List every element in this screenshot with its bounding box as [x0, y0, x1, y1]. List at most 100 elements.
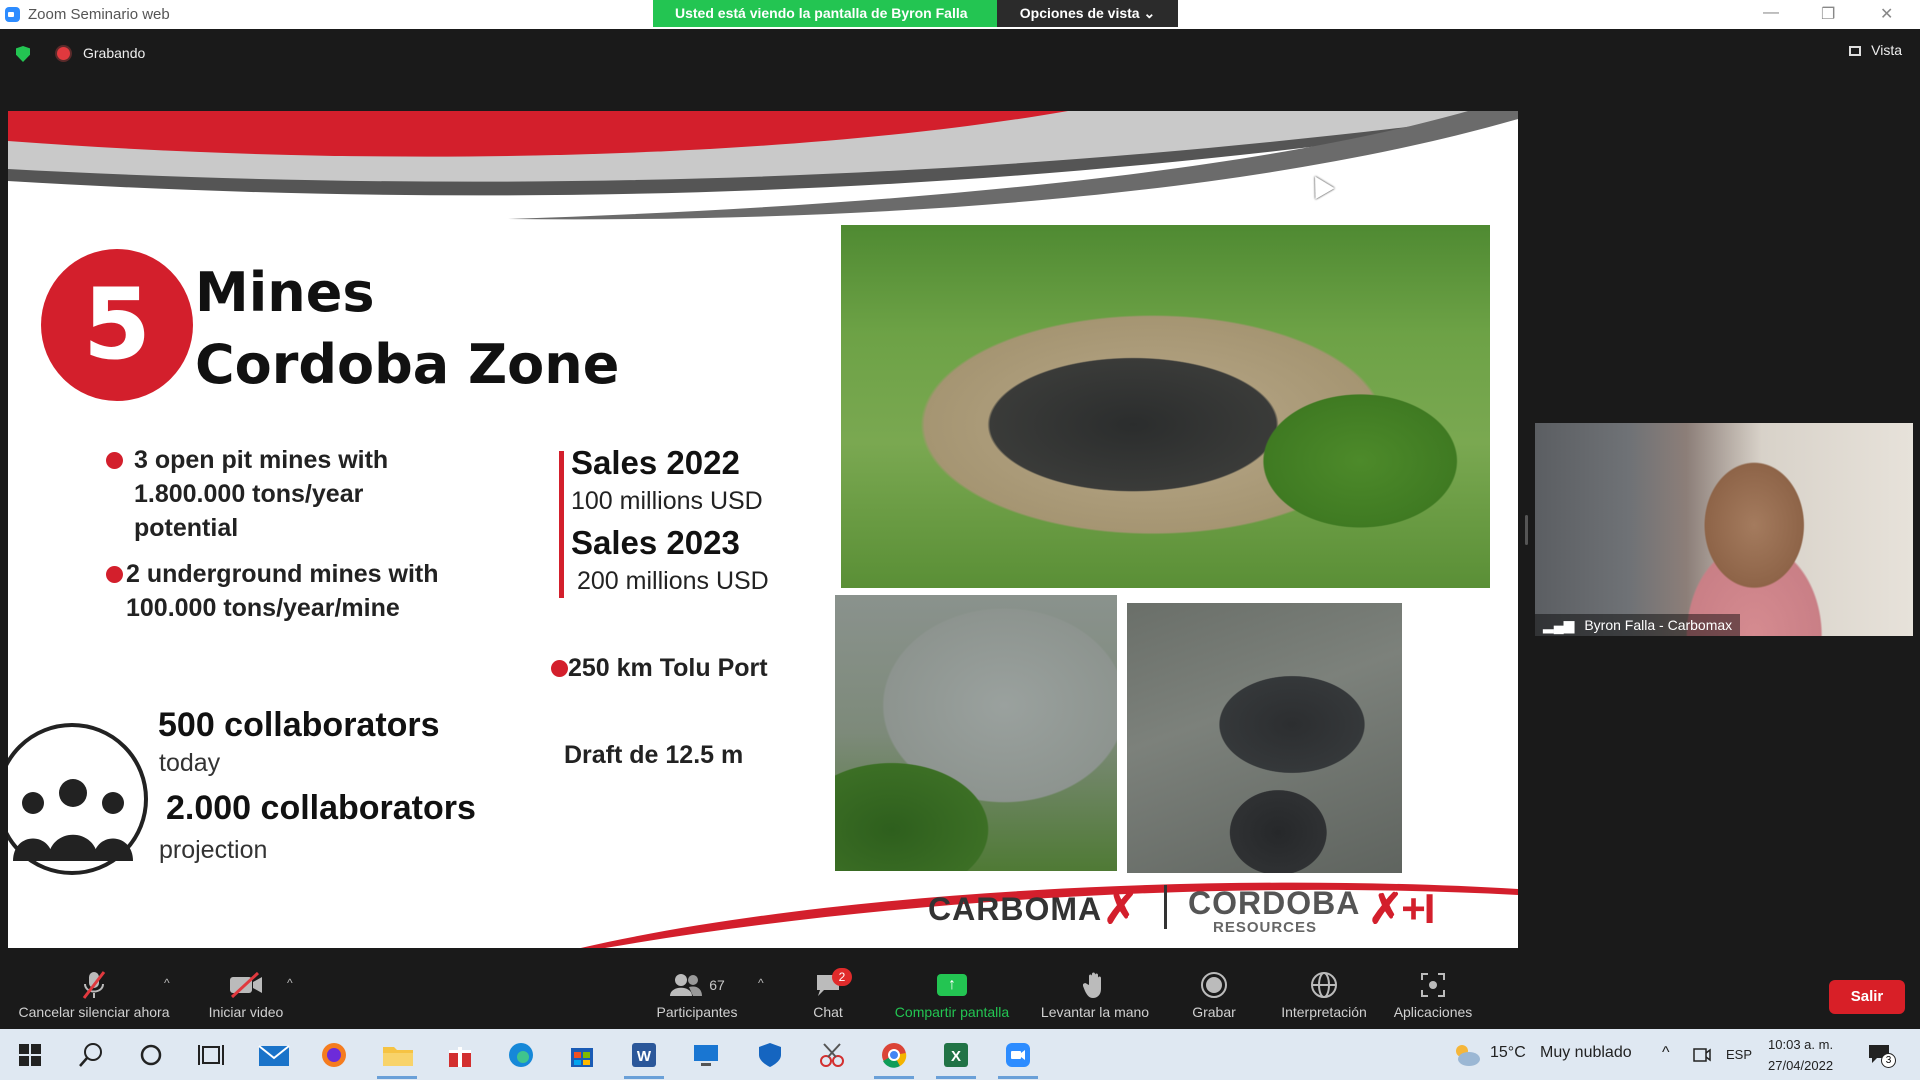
bullet-open-pit: 3 open pit mines with 1.800.000 tons/yea… [106, 443, 389, 545]
bullet-text: 1.800.000 tons/year [134, 480, 364, 508]
signal-strength-icon: ▂▄▆ [1543, 617, 1575, 633]
record-label: Grabar [1192, 1004, 1236, 1020]
port-draft: Draft de 12.5 m [564, 741, 744, 769]
video-options-caret[interactable]: ^ [287, 976, 293, 990]
view-button[interactable]: Vista [1849, 42, 1902, 58]
collaborators-projection-count: 2.000 collaborators [166, 789, 476, 827]
video-camera-off-icon [196, 968, 296, 1002]
minimize-button[interactable]: — [1763, 4, 1779, 22]
active-app-indicator [936, 1076, 976, 1079]
slide-title-line2: Cordoba Zone [195, 333, 620, 396]
store-app-icon[interactable] [568, 1041, 596, 1069]
start-video-label: Iniciar video [208, 1004, 284, 1020]
meet-now-icon[interactable] [1692, 1044, 1712, 1066]
share-screen-button[interactable]: ↑ Compartir pantalla [886, 968, 1018, 1020]
windows-start-icon[interactable] [18, 1041, 42, 1069]
people-group-icon [13, 779, 133, 861]
microphone-muted-icon [12, 968, 176, 1002]
participant-name: Byron Falla - Carbomax [1584, 617, 1733, 633]
weather-temperature[interactable]: 15°C [1490, 1044, 1526, 1062]
meeting-info-bar [0, 29, 1920, 79]
slide-number-circle: 5 [41, 249, 193, 401]
apps-button[interactable]: Aplicaciones [1388, 968, 1478, 1020]
cordoba-logo-text: CORDOBA [1188, 885, 1361, 921]
screen-share-banner: Usted está viendo la pantalla de Byron F… [653, 0, 1178, 48]
collaborators-today-count: 500 collaborators [158, 706, 440, 744]
tray-overflow-caret[interactable]: ^ [1662, 1044, 1670, 1062]
remote-desktop-icon[interactable] [692, 1041, 720, 1069]
aerial-mine-photo [841, 225, 1490, 588]
gift-app-icon[interactable] [446, 1041, 474, 1069]
view-options-button[interactable]: Opciones de vista ⌄ [997, 0, 1178, 27]
interpretation-label: Interpretación [1281, 1004, 1367, 1020]
weather-cloudy-icon[interactable] [1452, 1041, 1482, 1069]
video-panel-resize-handle[interactable] [1525, 515, 1528, 545]
mail-app-icon[interactable] [258, 1041, 290, 1069]
apps-label: Aplicaciones [1393, 1004, 1473, 1020]
sales-accent-bar [559, 451, 564, 598]
bullet-text: 3 open pit mines with [134, 446, 389, 474]
leave-button[interactable]: Salir [1829, 980, 1905, 1014]
weather-description[interactable]: Muy nublado [1540, 1044, 1632, 1062]
chat-label: Chat [813, 1004, 843, 1020]
chrome-browser-icon[interactable] [880, 1041, 908, 1069]
active-app-indicator [624, 1076, 664, 1079]
bullet-text: potential [134, 514, 239, 542]
system-clock[interactable]: 10:03 a. m. 27/04/2022 [1768, 1034, 1833, 1076]
start-video-button[interactable]: Iniciar video [196, 968, 296, 1020]
firefox-icon[interactable] [320, 1041, 348, 1069]
chat-unread-badge: 2 [832, 968, 852, 986]
unmute-label: Cancelar silenciar ahora [18, 1004, 170, 1020]
snipping-tool-icon[interactable] [818, 1041, 846, 1069]
carbomax-x-icon: ✗ [1103, 885, 1139, 932]
interpretation-button[interactable]: Interpretación [1272, 968, 1376, 1020]
sales-2023-heading: Sales 2023 [571, 524, 740, 561]
zoom-app-icon [5, 7, 20, 22]
edge-browser-icon[interactable] [507, 1041, 535, 1069]
participants-label: Participantes [656, 1004, 738, 1020]
search-icon[interactable] [77, 1041, 105, 1069]
record-button[interactable]: Grabar [1184, 968, 1244, 1020]
raise-hand-icon [1034, 968, 1156, 1002]
close-button[interactable]: ✕ [1880, 4, 1893, 24]
recording-label: Grabando [83, 45, 146, 61]
bullet-text: 2 underground mines with [126, 560, 439, 588]
slide-title-line1: Mines [195, 261, 375, 324]
active-app-indicator [998, 1076, 1038, 1079]
zoom-app-taskbar-icon[interactable] [1004, 1041, 1032, 1069]
apps-icon [1388, 968, 1478, 1002]
logo-divider [1164, 885, 1167, 929]
port-text: 250 km Tolu Port [568, 654, 768, 682]
participants-button[interactable]: 67 Participantes [648, 968, 746, 1020]
chevron-down-icon: ⌄ [1143, 5, 1156, 21]
participant-video-tile[interactable] [1535, 423, 1913, 636]
word-app-icon[interactable]: W [630, 1041, 658, 1069]
bullet-dot-icon [551, 660, 568, 677]
port-distance: 250 km Tolu Port [551, 651, 768, 685]
cordoba-resources-text: RESOURCES [1213, 919, 1318, 936]
cortana-icon[interactable] [137, 1041, 165, 1069]
input-language-indicator[interactable]: ESP [1726, 1047, 1752, 1062]
participants-options-caret[interactable]: ^ [758, 976, 764, 990]
task-view-icon[interactable] [197, 1041, 225, 1069]
window-title: Zoom Seminario web [28, 6, 170, 23]
action-center-button[interactable]: 3 [1867, 1043, 1896, 1068]
bullet-text: 100.000 tons/year/mine [126, 594, 400, 622]
collaborators-today-label: today [159, 749, 221, 777]
raise-hand-button[interactable]: Levantar la mano [1034, 968, 1156, 1020]
unmute-button[interactable]: Cancelar silenciar ahora [12, 968, 176, 1020]
notification-count: 3 [1881, 1053, 1896, 1068]
globe-icon [1272, 968, 1376, 1002]
shared-screen-slide: 5 Mines Cordoba Zone 3 open pit mines wi… [8, 111, 1518, 948]
security-app-icon[interactable] [756, 1041, 784, 1069]
recording-indicator-icon [57, 47, 70, 60]
restore-button[interactable]: ❐ [1821, 4, 1835, 24]
clock-time: 10:03 a. m. [1768, 1037, 1834, 1052]
audio-options-caret[interactable]: ^ [164, 976, 170, 990]
sales-2023-value: 200 millions USD [577, 567, 769, 595]
participant-name-label: ▂▄▆ Byron Falla - Carbomax [1535, 614, 1741, 636]
raise-hand-label: Levantar la mano [1040, 1004, 1150, 1020]
viewing-screen-notice: Usted está viendo la pantalla de Byron F… [653, 0, 997, 48]
excel-app-icon[interactable]: X [942, 1041, 970, 1069]
file-explorer-icon[interactable] [382, 1041, 414, 1069]
